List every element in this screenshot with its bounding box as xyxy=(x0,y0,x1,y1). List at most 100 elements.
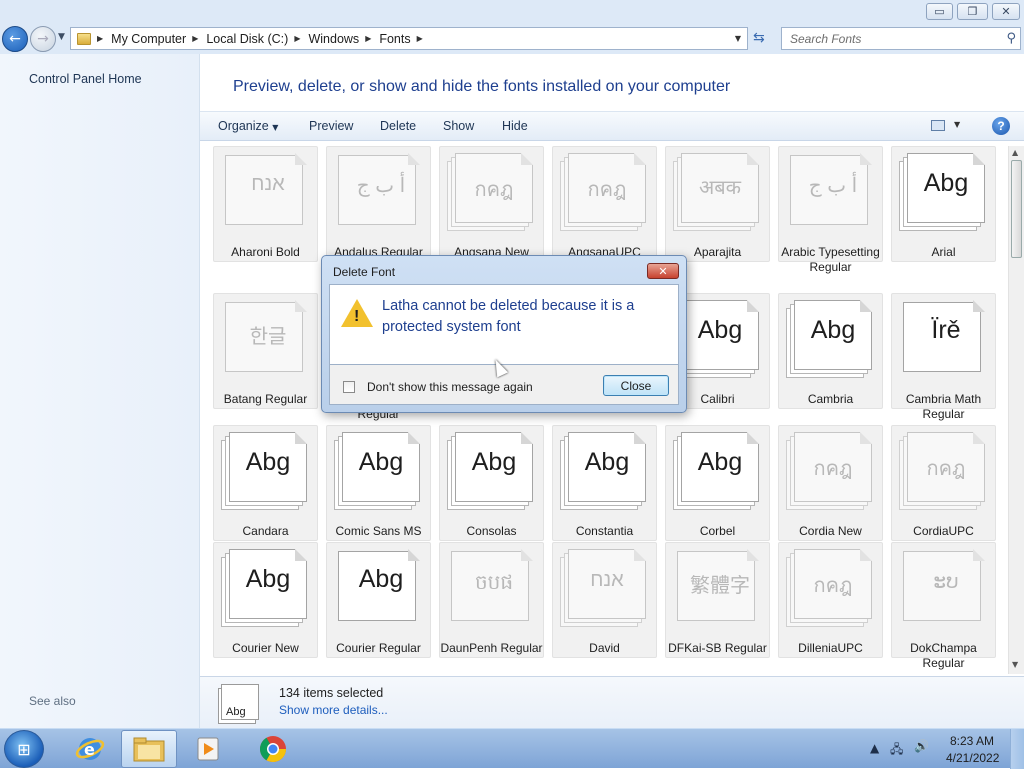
font-tile[interactable]: Abg Courier Regular xyxy=(326,542,431,658)
control-panel-home-link[interactable]: Control Panel Home xyxy=(29,72,142,86)
font-file-icon: กคฎ xyxy=(560,153,646,231)
network-icon[interactable]: 🖧 xyxy=(890,740,903,761)
back-button[interactable]: ← xyxy=(2,26,28,52)
delete-button[interactable]: Delete xyxy=(380,119,416,133)
preview-button[interactable]: Preview xyxy=(309,119,353,133)
breadcrumb-fonts[interactable]: Fonts xyxy=(379,32,410,46)
font-tile[interactable]: Ïrě Cambria Math Regular xyxy=(891,293,996,421)
show-hidden-icons-chevron-icon[interactable]: ▲ xyxy=(870,741,879,755)
breadcrumb-windows[interactable]: Windows xyxy=(308,32,359,46)
dont-show-again-label[interactable]: Don't show this message again xyxy=(367,380,533,394)
font-file-icon: Abg xyxy=(447,432,533,510)
hide-button[interactable]: Hide xyxy=(502,119,528,133)
font-tile[interactable]: Abg Consolas xyxy=(439,425,544,541)
font-tile[interactable]: Abg Courier New xyxy=(213,542,318,658)
scroll-down-icon[interactable]: ▼ xyxy=(1012,660,1018,669)
font-tile[interactable]: กคฎ CordiaUPC xyxy=(891,425,996,541)
font-tile[interactable]: أ ب ج Arabic Typesetting Regular xyxy=(778,146,883,274)
chevron-right-icon[interactable]: ▶ xyxy=(192,34,198,43)
font-file-icon: Abg xyxy=(221,432,307,510)
font-tile[interactable]: 한글 Batang Regular xyxy=(213,293,318,409)
recent-pages-chevron-icon[interactable]: ▼ xyxy=(58,32,65,42)
font-tile[interactable]: Abg Candara xyxy=(213,425,318,541)
show-desktop-button[interactable] xyxy=(1010,729,1024,769)
font-file-icon: Abg xyxy=(334,432,420,510)
navigation-pane: Control Panel Home See also xyxy=(0,54,200,728)
font-sample: ចបផ xyxy=(474,572,514,594)
window-close-button[interactable]: ✕ xyxy=(992,3,1020,20)
show-more-details-link[interactable]: Show more details... xyxy=(279,703,388,717)
font-tile[interactable]: Abg Constantia xyxy=(552,425,657,541)
warning-exclamation-icon: ! xyxy=(354,308,360,325)
dialog-close-button[interactable]: Close xyxy=(603,375,669,396)
chevron-right-icon[interactable]: ▶ xyxy=(97,34,103,43)
font-name: Cambria xyxy=(807,392,854,406)
dialog-message: Latha cannot be deleted because it is a … xyxy=(382,298,635,335)
minimize-button[interactable]: ▭ xyxy=(926,3,953,20)
font-tile[interactable]: กคฎ DilleniaUPC xyxy=(778,542,883,658)
restore-button[interactable]: ❐ xyxy=(957,3,988,20)
selection-count: 134 items selected xyxy=(279,686,384,700)
clock-date[interactable]: 4/21/2022 xyxy=(946,751,999,765)
font-file-icon: กคฎ xyxy=(786,549,872,627)
font-tile[interactable]: ចបផ DaunPenh Regular xyxy=(439,542,544,658)
font-file-icon: กคฎ xyxy=(447,153,533,231)
start-button[interactable]: ⊞ xyxy=(4,730,44,768)
taskbar-chrome[interactable] xyxy=(245,730,301,768)
font-name: Constantia xyxy=(575,524,634,538)
search-icon[interactable]: ⚲ xyxy=(1006,31,1016,46)
dont-show-again-checkbox[interactable] xyxy=(343,381,355,393)
folder-icon xyxy=(133,737,165,762)
font-sample: Abg xyxy=(358,448,404,476)
taskbar-media-player[interactable] xyxy=(181,730,237,768)
vertical-scrollbar[interactable]: ▲ ▼ xyxy=(1008,146,1024,674)
clock-time[interactable]: 8:23 AM xyxy=(950,734,994,748)
font-file-icon: Abg xyxy=(786,300,872,378)
font-name: DaunPenh Regular xyxy=(440,641,543,655)
scroll-thumb[interactable] xyxy=(1011,160,1022,258)
forward-button[interactable]: → xyxy=(30,26,56,52)
taskbar-windows-explorer[interactable] xyxy=(121,730,177,768)
font-tile[interactable]: กคฎ Angsana New xyxy=(439,146,544,262)
chevron-right-icon[interactable]: ▶ xyxy=(417,34,423,43)
font-tile[interactable]: กคฎ Cordia New xyxy=(778,425,883,541)
dialog-close-x-button[interactable]: ✕ xyxy=(647,263,679,279)
font-sample: अबक xyxy=(698,177,742,199)
show-button[interactable]: Show xyxy=(443,119,474,133)
chevron-right-icon[interactable]: ▶ xyxy=(294,34,300,43)
font-tile[interactable]: Abg Cambria xyxy=(778,293,883,409)
font-tile[interactable]: Abg Comic Sans MS xyxy=(326,425,431,541)
selected-font-sample: Abg xyxy=(226,706,246,718)
change-view-icon[interactable] xyxy=(931,120,945,131)
help-button[interactable]: ? xyxy=(992,117,1010,135)
font-tile[interactable]: أ ب ج Andalus Regular xyxy=(326,146,431,262)
breadcrumb-local-disk[interactable]: Local Disk (C:) xyxy=(206,32,288,46)
font-tile[interactable]: Abg Arial xyxy=(891,146,996,262)
scroll-up-icon[interactable]: ▲ xyxy=(1012,148,1018,157)
breadcrumb-my-computer[interactable]: My Computer xyxy=(111,32,186,46)
search-input[interactable]: Search Fonts ⚲ xyxy=(781,27,1021,50)
font-tile[interactable]: Abg Corbel xyxy=(665,425,770,541)
font-tile[interactable]: ະບ DokChampa Regular xyxy=(891,542,996,670)
address-bar[interactable]: ▶ My Computer ▶ Local Disk (C:) ▶ Window… xyxy=(70,27,748,50)
selected-font-icon: Abg xyxy=(218,684,262,724)
font-tile[interactable]: אנח Aharoni Bold xyxy=(213,146,318,262)
volume-icon[interactable]: 🔊 xyxy=(914,739,929,753)
font-file-icon: أ ب ج xyxy=(786,153,872,231)
font-sample: אנח xyxy=(251,173,285,195)
address-dropdown-icon[interactable]: ▼ xyxy=(735,34,741,43)
font-tile[interactable]: กคฎ AngsanaUPC xyxy=(552,146,657,262)
chevron-right-icon[interactable]: ▶ xyxy=(365,34,371,43)
font-tile[interactable]: 繁體字 DFKai-SB Regular xyxy=(665,542,770,658)
font-tile[interactable]: अबक Aparajita xyxy=(665,146,770,262)
organize-button[interactable]: Organize ▼ xyxy=(218,119,278,133)
font-sample: กคฎ xyxy=(926,458,966,480)
font-tile[interactable]: אנח David xyxy=(552,542,657,658)
refresh-icon[interactable]: ⇆ xyxy=(753,30,765,46)
font-sample: 한글 xyxy=(249,326,287,348)
views-chevron-down-icon[interactable]: ▼ xyxy=(954,120,960,129)
font-file-icon: Abg xyxy=(334,549,420,627)
fonts-folder-icon xyxy=(77,32,91,45)
command-bar: Organize ▼ Preview Delete Show Hide ▼ ? xyxy=(200,111,1024,141)
taskbar-internet-explorer[interactable]: e xyxy=(62,730,118,768)
